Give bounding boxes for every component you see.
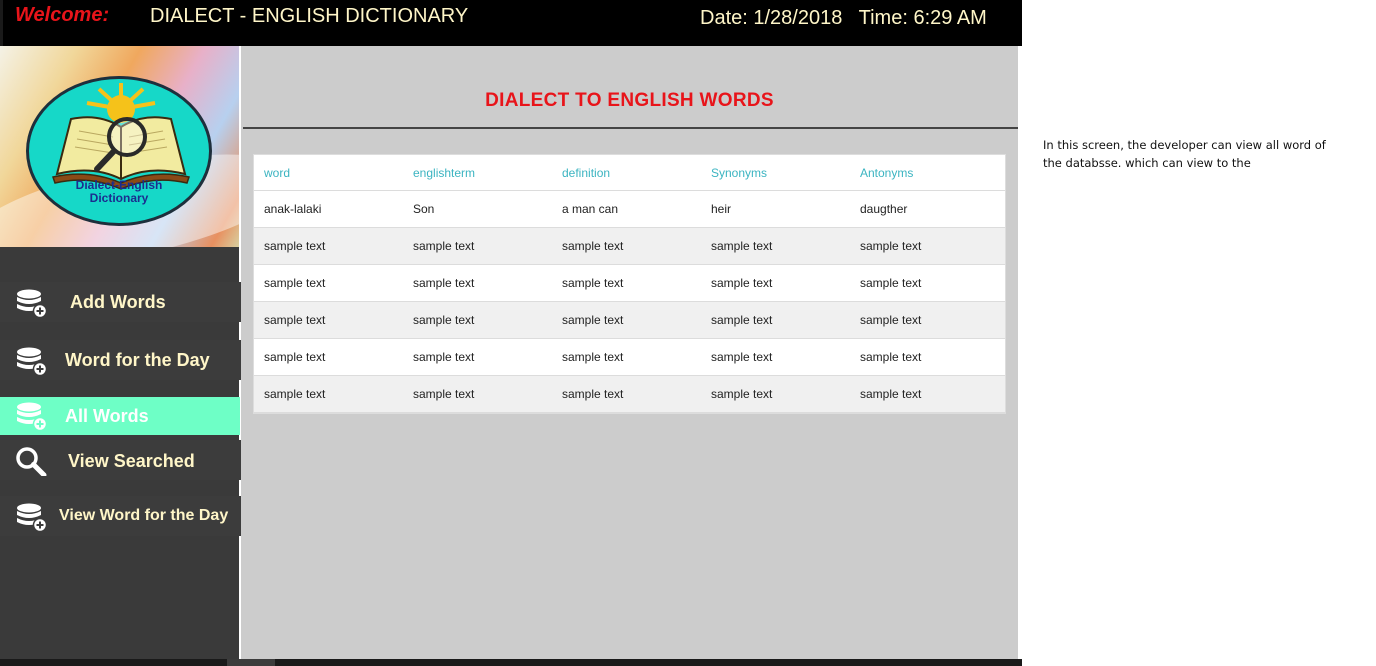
table-cell: sample text (850, 375, 1005, 413)
database-add-icon (17, 289, 48, 318)
app-title: DIALECT - ENGLISH DICTIONARY (150, 5, 469, 27)
sidebar-item-view-searched[interactable]: View Searched (0, 440, 241, 480)
sidebar-item-label: All Words (65, 406, 149, 426)
table-cell: sample text (552, 375, 701, 413)
table-cell: sample text (403, 227, 552, 265)
database-add-icon (17, 402, 48, 431)
table-cell: sample text (850, 227, 1005, 265)
table-cell: sample text (254, 264, 403, 302)
table-cell: sample text (850, 338, 1005, 376)
sidebar-item-all-words[interactable]: All Words (0, 397, 240, 435)
column-header-word[interactable]: word (254, 155, 403, 191)
table-cell: sample text (850, 264, 1005, 302)
table-cell: sample text (254, 301, 403, 339)
table-cell: sample text (403, 301, 552, 339)
words-table: word englishterm definition Synonyms Ant… (254, 155, 1005, 413)
column-header-definition[interactable]: definition (552, 155, 701, 191)
table-cell: a man can (552, 190, 701, 228)
table-cell: sample text (701, 227, 850, 265)
logo-panel: Dialect-English Dictionary (0, 46, 239, 247)
sidebar-item-add-words[interactable]: Add Words (0, 282, 241, 322)
table-header-row: word englishterm definition Synonyms Ant… (254, 155, 1005, 191)
sidebar-item-label: Word for the Day (65, 350, 210, 370)
table-cell: sample text (850, 301, 1005, 339)
logo-text: Dialect-English Dictionary (29, 179, 209, 205)
sidebar-item-label: View Searched (68, 451, 195, 471)
table-cell: sample text (254, 338, 403, 376)
table-cell: sample text (254, 227, 403, 265)
database-add-icon (17, 503, 48, 532)
table-row[interactable]: sample text sample text sample text samp… (254, 227, 1005, 265)
date-time-display: Date: 1/28/2018 Time: 6:29 AM (700, 7, 987, 29)
table-row[interactable]: anak-lalaki Son a man can heir daugther (254, 190, 1005, 228)
table-row[interactable]: sample text sample text sample text samp… (254, 375, 1005, 413)
search-icon (16, 447, 47, 476)
column-header-englishterm[interactable]: englishterm (403, 155, 552, 191)
table-cell: sample text (254, 375, 403, 413)
table-cell: sample text (403, 338, 552, 376)
sidebar-item-word-for-the-day[interactable]: Word for the Day (0, 340, 241, 380)
table-cell: sample text (552, 264, 701, 302)
table-cell: sample text (552, 338, 701, 376)
logo-text-line2: Dictionary (89, 191, 149, 205)
sidebar: Add Words Word for the Day All Words Vie… (0, 247, 241, 659)
title-divider (243, 127, 1018, 129)
table-row[interactable]: sample text sample text sample text samp… (254, 264, 1005, 302)
top-bar: Welcome: DIALECT - ENGLISH DICTIONARY Da… (0, 0, 1022, 46)
table-cell: Son (403, 190, 552, 228)
table-cell: sample text (552, 227, 701, 265)
sidebar-item-label: View Word for the Day (59, 507, 229, 524)
table-cell: daugther (850, 190, 1005, 228)
app-logo: Dialect-English Dictionary (26, 76, 212, 226)
page-title: DIALECT TO ENGLISH WORDS (485, 90, 774, 111)
column-header-antonyms[interactable]: Antonyms (850, 155, 1005, 191)
main-content: DIALECT TO ENGLISH WORDS word englishter… (241, 46, 1018, 659)
sidebar-item-label: Add Words (70, 292, 166, 312)
sidebar-item-view-word-for-the-day[interactable]: View Word for the Day (0, 496, 241, 536)
bottom-strip (0, 659, 1022, 666)
column-header-synonyms[interactable]: Synonyms (701, 155, 850, 191)
table-cell: sample text (552, 301, 701, 339)
table-row[interactable]: sample text sample text sample text samp… (254, 338, 1005, 376)
table-cell: sample text (701, 301, 850, 339)
database-add-icon (17, 347, 48, 376)
table-cell: sample text (701, 375, 850, 413)
table-row[interactable]: sample text sample text sample text samp… (254, 301, 1005, 339)
table-cell: sample text (403, 264, 552, 302)
table-cell: anak-lalaki (254, 190, 403, 228)
table-cell: sample text (701, 264, 850, 302)
bottom-strip-segment (227, 659, 275, 666)
annotation-note: In this screen, the developer can view a… (1043, 138, 1326, 170)
welcome-label: Welcome: (15, 4, 110, 26)
table-cell: sample text (701, 338, 850, 376)
table-cell: sample text (403, 375, 552, 413)
table-cell: heir (701, 190, 850, 228)
